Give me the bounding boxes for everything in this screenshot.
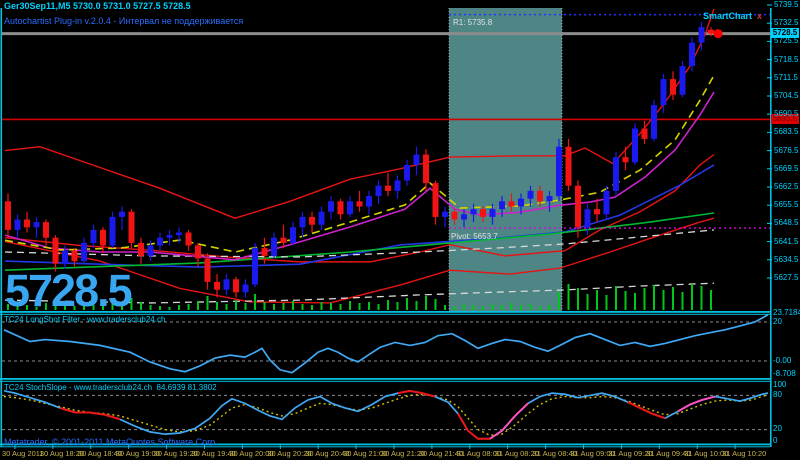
price-axis-label: 5732.5 (774, 18, 799, 28)
price-axis-label: 5704.5 (774, 91, 799, 100)
indicator-axis-label: 23.7184 (773, 308, 800, 317)
price-axis-label: 5718.5 (774, 54, 799, 64)
r1-level-label: R1: 5735.8 (453, 18, 493, 27)
indicator-axis-label: 0 (773, 436, 778, 445)
price-axis-label: 5669.5 (774, 163, 799, 173)
pivot-level-label: Pivot: 5653.7 (451, 232, 498, 241)
time-axis-label: 31 Aug 10:20 (722, 449, 767, 458)
price-axis-label: 5627.5 (774, 273, 799, 282)
price-axis-label: 5648.5 (774, 218, 799, 228)
smartchart-label: SmartChart x (703, 12, 762, 21)
price-axis-label: 5655.5 (774, 200, 799, 210)
indicator2-values: 84.6939 81.3802 (156, 383, 217, 392)
indicator-axis-label: 20 (773, 317, 782, 326)
indicator-axis-label: -0.00 (773, 356, 792, 365)
autochartist-status: Autochartist Plug-in v.2.0.4 - Интервал … (4, 16, 244, 26)
indicator1-label: TC24 LongShot Filter - www.tradersclub24… (4, 315, 166, 324)
indicator-axis-label: 20 (773, 424, 782, 433)
smartchart-close-icon[interactable]: x (757, 11, 762, 21)
price-axis-label: 5662.5 (774, 182, 799, 191)
price-axis-label: 5641.5 (774, 236, 799, 246)
price-axis-label: 5739.5 (774, 0, 799, 9)
price-axis-label: 5711.5 (774, 72, 798, 82)
price-axis-label: 5634.5 (774, 254, 799, 264)
indicator2-label: TC24 StochSlope - www.tradersclub24.ch 8… (4, 384, 217, 392)
price-axis-label: 5690.5 (774, 109, 799, 119)
copyright-label: Metatrader, © 2001-2011 MetaQuotes Softw… (4, 437, 218, 447)
symbol-ohlc-title: Ger30Sep11,M5 5730.0 5731.0 5727.5 5728.… (4, 1, 191, 11)
price-axis-label: 5683.5 (774, 127, 799, 137)
current-price-display: 5728.5 (5, 265, 133, 316)
price-axis-label: 5725.5 (774, 36, 799, 46)
time-axis-label: 30 Aug 2011 (2, 449, 44, 458)
price-axis-label: 5676.5 (774, 145, 799, 155)
indicator-axis-label: 80 (773, 390, 782, 399)
indicator-axis-label: 100 (773, 380, 787, 389)
indicator-axis-label: -8.708 (773, 369, 796, 378)
smartchart-text: SmartChart (703, 11, 753, 21)
indicator2-name: TC24 StochSlope - www.tradersclub24.ch (4, 383, 153, 392)
metatrader-window: Ger30Sep11,M5 5730.0 5731.0 5727.5 5728.… (0, 0, 800, 460)
